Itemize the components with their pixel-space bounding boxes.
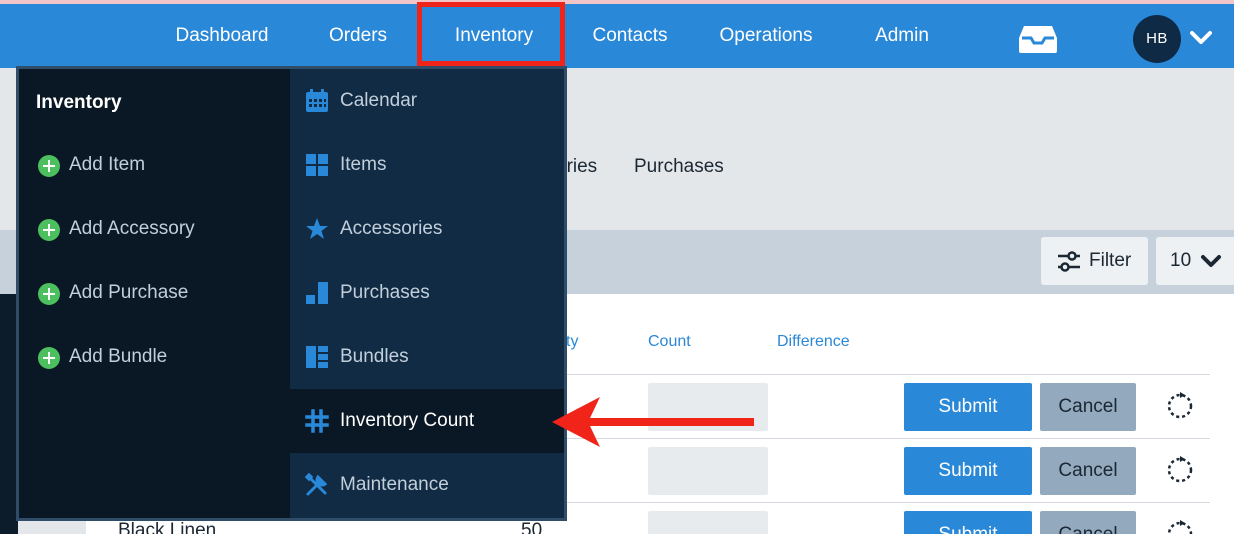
menu-item-label: Calendar <box>340 90 418 111</box>
per-page-value: 10 <box>1170 250 1192 271</box>
column-count[interactable]: Count <box>648 333 691 351</box>
tab-purchases[interactable]: Purchases <box>634 156 724 178</box>
refresh-icon[interactable] <box>1166 520 1194 534</box>
menu-item-purchases[interactable]: Purchases <box>290 261 564 325</box>
user-avatar[interactable]: HB <box>1133 15 1181 63</box>
quick-actions-panel: Inventory Add Item Add Accessory Add Pur… <box>19 69 290 518</box>
nav-admin[interactable]: Admin <box>866 4 938 68</box>
cancel-button[interactable]: Cancel <box>1040 447 1136 495</box>
inventory-highlight-box <box>417 2 565 66</box>
add-purchase-label: Add Purchase <box>69 282 189 303</box>
bar-chart-icon <box>306 282 328 304</box>
add-accessory-label: Add Accessory <box>69 218 195 239</box>
nav-dashboard[interactable]: Dashboard <box>172 4 272 68</box>
inbox-icon[interactable] <box>1018 24 1058 54</box>
annotation-arrow <box>552 397 754 447</box>
plus-circle-icon <box>38 219 60 241</box>
plus-circle-icon <box>38 155 60 177</box>
row-divider <box>566 502 1210 503</box>
submit-button[interactable]: Submit <box>904 447 1032 495</box>
cancel-button[interactable]: Cancel <box>1040 383 1136 431</box>
count-input[interactable] <box>648 511 768 534</box>
add-item-label: Add Item <box>69 154 146 175</box>
filter-button[interactable]: Filter <box>1041 237 1148 285</box>
count-input[interactable] <box>648 447 768 495</box>
menu-item-bundles[interactable]: Bundles <box>290 325 564 389</box>
menu-item-inventory-count[interactable]: Inventory Count <box>290 389 564 453</box>
refresh-icon[interactable] <box>1166 392 1194 420</box>
sliders-icon <box>1058 251 1080 272</box>
menu-item-accessories[interactable]: Accessories <box>290 197 564 261</box>
hash-icon <box>305 409 329 433</box>
row-item-quantity: 50 <box>521 520 543 534</box>
menu-item-label: Inventory Count <box>340 410 475 431</box>
row-item-name: Black Linen <box>118 520 217 534</box>
inventory-links-panel: Calendar Items Accessories Purchases Bun… <box>290 69 564 518</box>
star-icon <box>306 218 328 239</box>
menu-item-items[interactable]: Items <box>290 133 564 197</box>
per-page-select[interactable]: 10 <box>1156 237 1234 285</box>
tools-icon <box>305 473 328 496</box>
inventory-dropdown-menu: Inventory Add Item Add Accessory Add Pur… <box>16 66 567 521</box>
plus-circle-icon <box>38 283 60 305</box>
refresh-icon[interactable] <box>1166 456 1194 484</box>
cancel-button[interactable]: Cancel <box>1040 511 1136 534</box>
nav-orders[interactable]: Orders <box>318 4 398 68</box>
menu-item-label: Accessories <box>340 218 443 239</box>
submit-button[interactable]: Submit <box>904 511 1032 534</box>
plus-circle-icon <box>38 347 60 369</box>
submit-button[interactable]: Submit <box>904 383 1032 431</box>
column-difference[interactable]: Difference <box>777 333 850 351</box>
chevron-down-icon[interactable] <box>1189 28 1213 48</box>
menu-item-label: Items <box>340 154 387 175</box>
layout-icon <box>306 346 328 368</box>
nav-contacts[interactable]: Contacts <box>584 4 676 68</box>
menu-title: Inventory <box>36 92 122 113</box>
menu-item-label: Maintenance <box>340 474 449 495</box>
row-divider <box>566 374 1210 375</box>
nav-operations[interactable]: Operations <box>712 4 820 68</box>
grid-icon <box>306 154 328 176</box>
top-nav-bar: Dashboard Orders Inventory Contacts Oper… <box>0 0 1234 68</box>
chevron-down-icon <box>1201 255 1221 267</box>
calendar-icon <box>306 89 328 112</box>
add-bundle-label: Add Bundle <box>69 346 168 367</box>
menu-item-maintenance[interactable]: Maintenance <box>290 453 564 517</box>
column-quantity-partial[interactable]: ty <box>566 333 578 351</box>
menu-item-label: Purchases <box>340 282 430 303</box>
menu-item-calendar[interactable]: Calendar <box>290 69 564 133</box>
filter-label: Filter <box>1089 250 1132 271</box>
menu-item-label: Bundles <box>340 346 409 367</box>
